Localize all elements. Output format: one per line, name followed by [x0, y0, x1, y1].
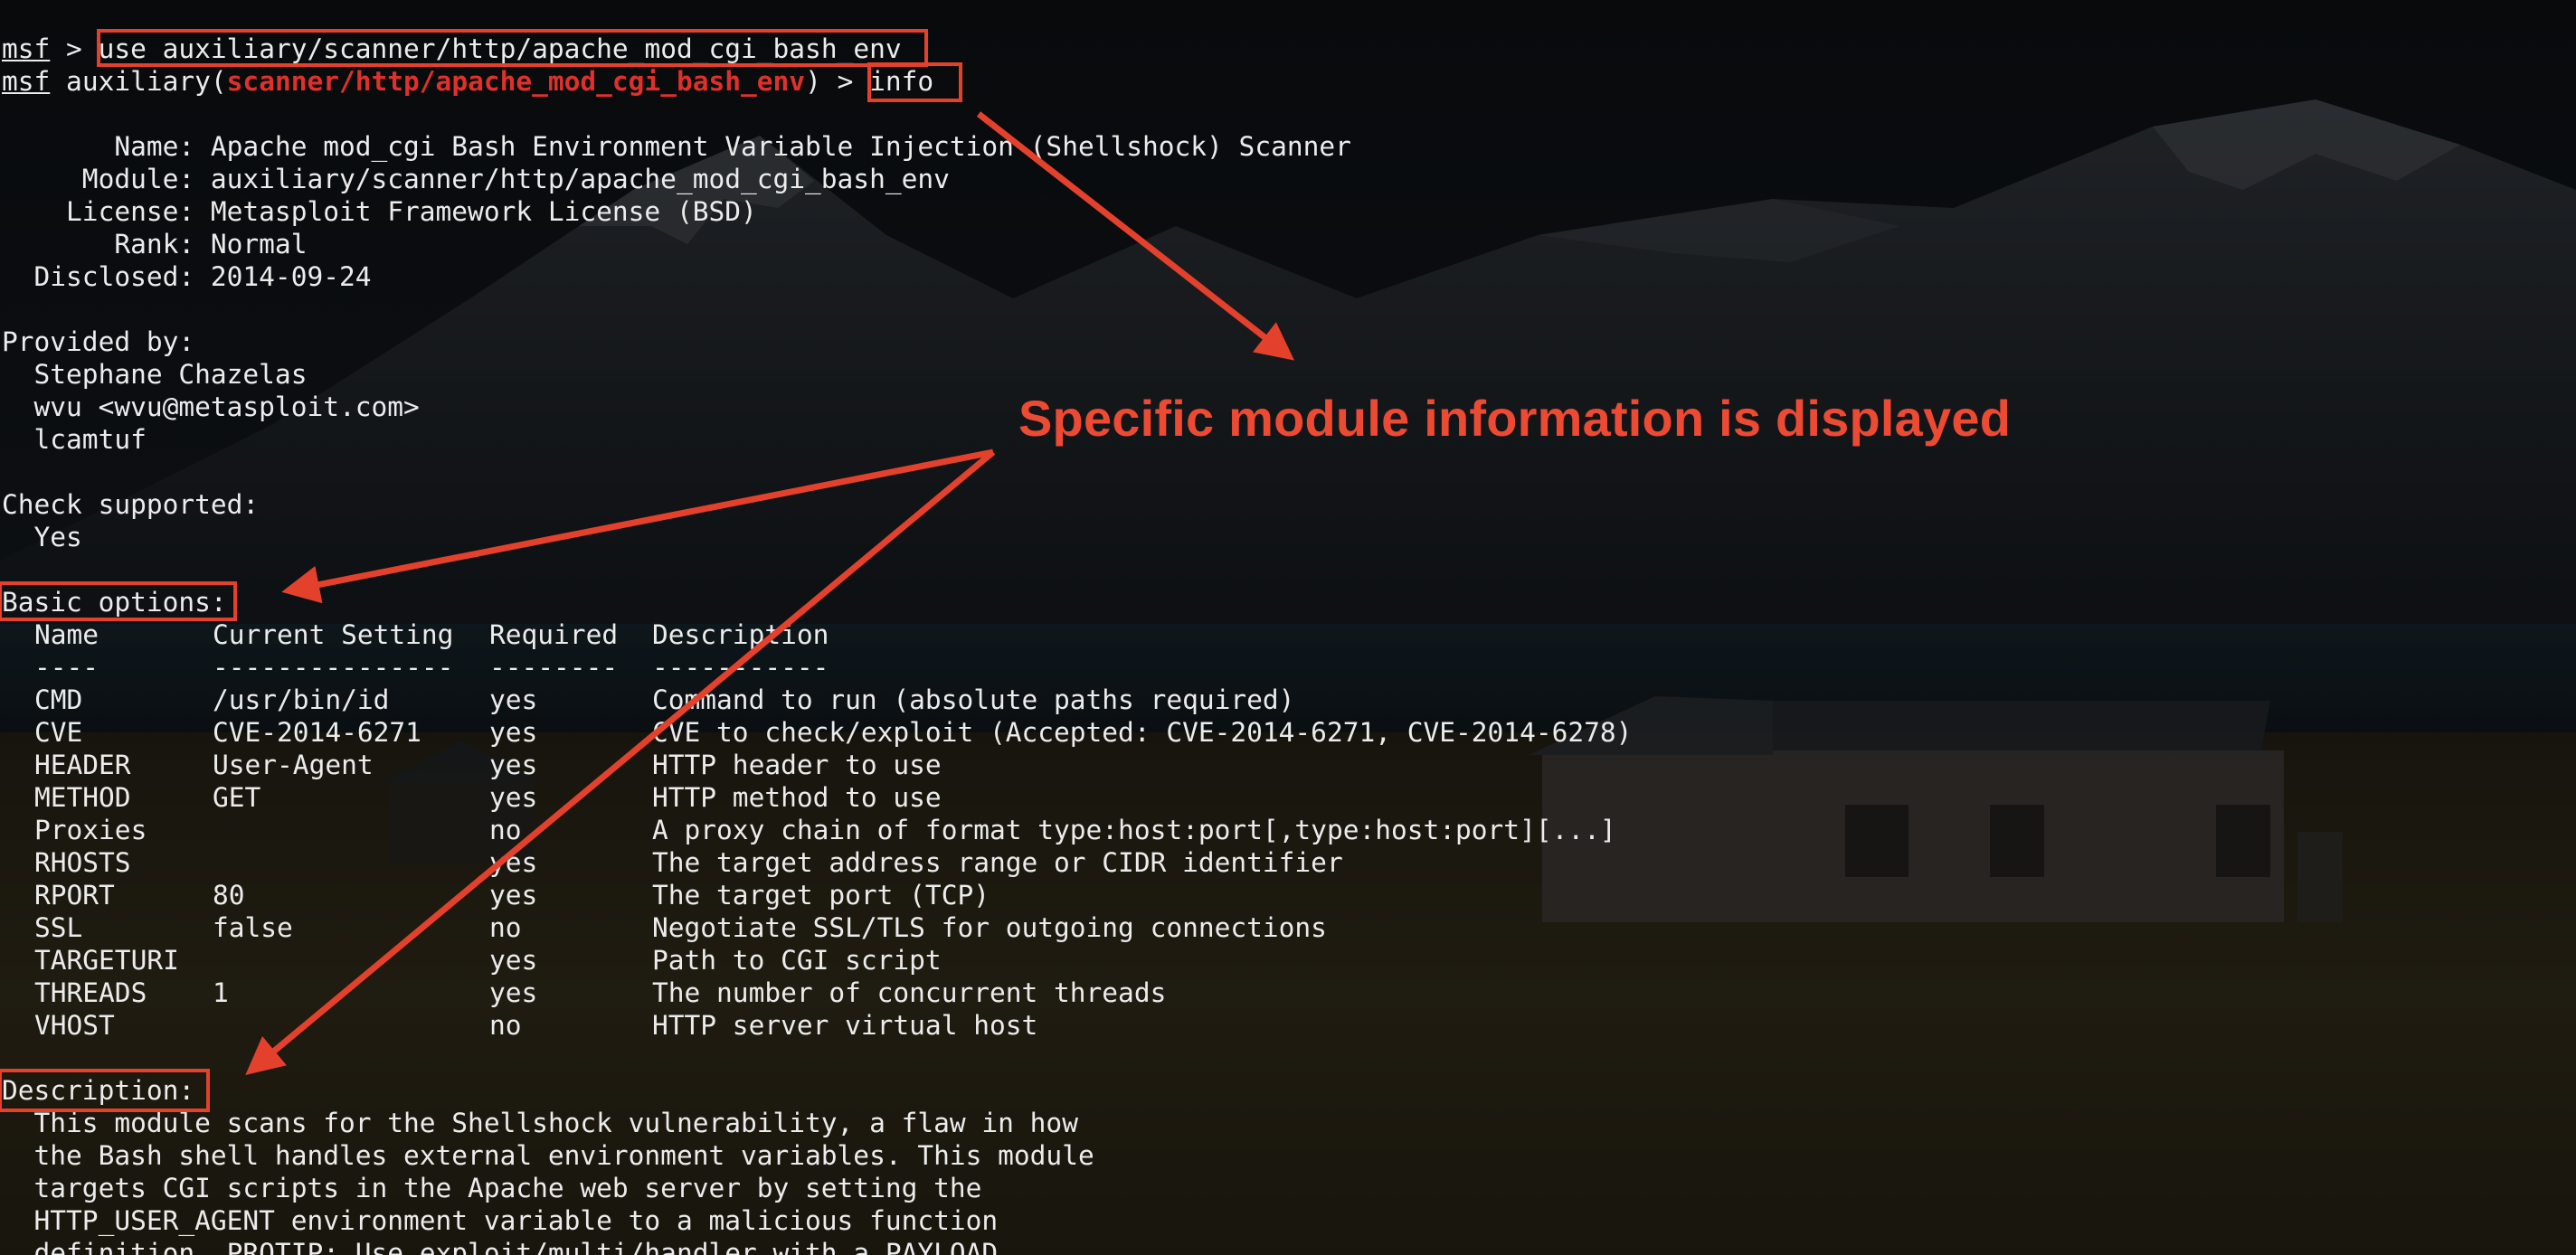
arrow-to-description	[245, 449, 996, 1075]
annotation-arrows	[245, 111, 1295, 1075]
arrow-to-annotation	[976, 111, 1295, 361]
arrow-to-basic-options	[281, 448, 994, 604]
annotation-label: Specific module information is displayed	[1018, 390, 2012, 447]
desktop-screen: msf > use auxiliary/scanner/http/apache_…	[0, 0, 2576, 1255]
